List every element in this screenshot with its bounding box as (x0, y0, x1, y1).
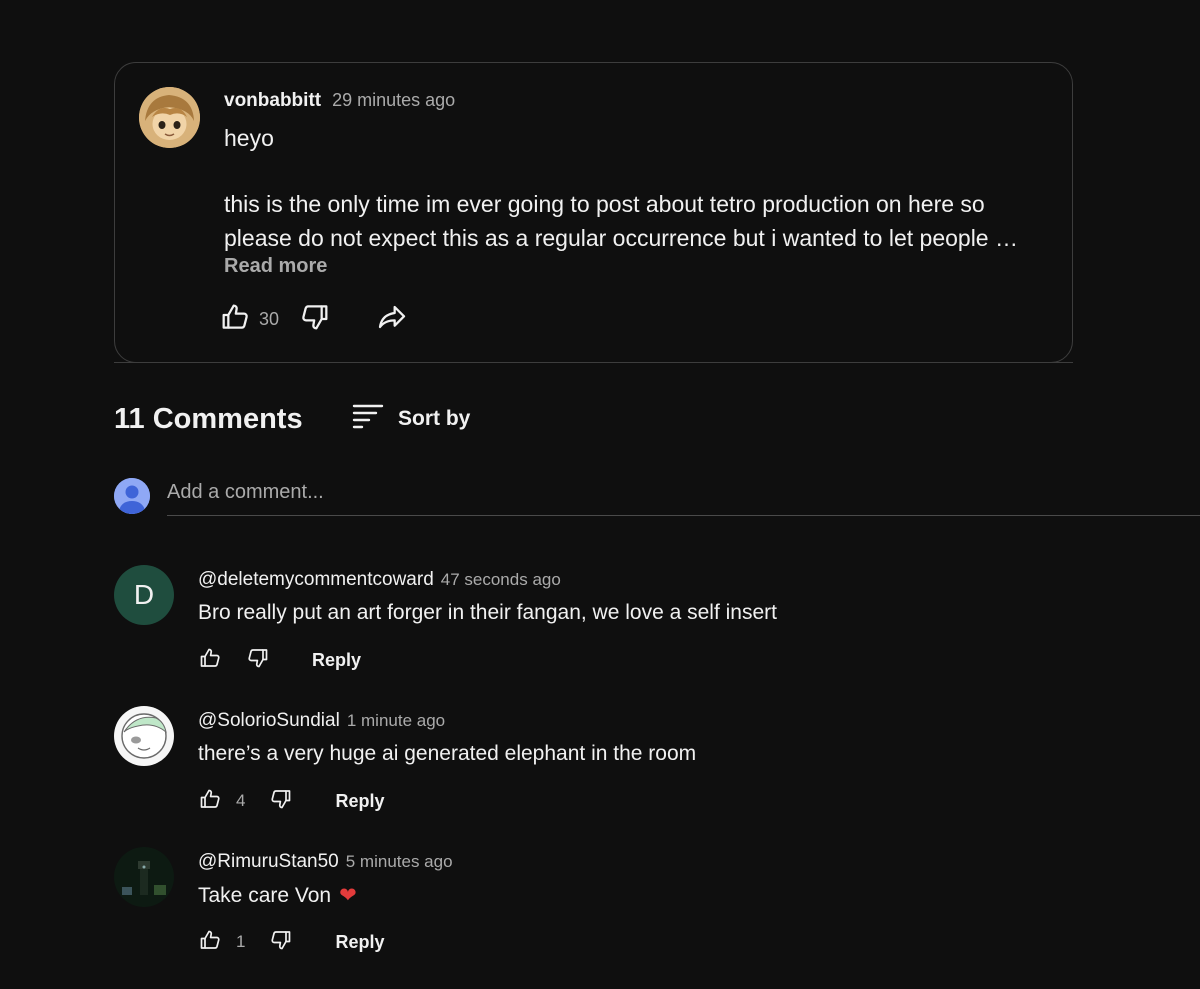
commenter-avatar[interactable] (114, 706, 174, 766)
post-text-line: this is the only time im ever going to p… (224, 191, 985, 217)
current-user-avatar (114, 478, 150, 514)
post-body: heyo this is the only time im ever going… (224, 121, 1054, 255)
commenter-avatar[interactable]: D (114, 565, 174, 625)
comment-author[interactable]: @deletemycommentcoward (198, 569, 434, 591)
comment-actions: 4 Reply (198, 786, 385, 816)
post-text-line: please do not expect this as a regular o… (224, 225, 1018, 251)
thumbs-up-icon (219, 301, 251, 338)
comment-text: there’s a very huge ai generated elephan… (198, 742, 697, 765)
sort-by-label: Sort by (398, 406, 471, 430)
comment-dislike-button[interactable] (246, 646, 270, 675)
comment-item: D @deletemycommentcoward 47 seconds ago … (114, 565, 1174, 695)
sort-by-button[interactable]: Sort by (352, 403, 470, 434)
comment-actions: Reply (198, 645, 361, 675)
share-arrow-icon (375, 301, 409, 338)
comment-item: @SolorioSundial 1 minute ago there’s a v… (114, 706, 1174, 836)
divider (114, 362, 1073, 363)
thumbs-up-icon (198, 646, 222, 675)
comment-dislike-button[interactable] (269, 787, 293, 816)
page: vonbabbitt 29 minutes ago heyo this is t… (0, 0, 1200, 989)
post-like-button[interactable]: 30 (219, 301, 279, 338)
post-timestamp[interactable]: 29 minutes ago (332, 90, 455, 111)
comment-author[interactable]: @RimuruStan50 (198, 851, 339, 873)
comment-like-count: 1 (236, 932, 246, 951)
thumbs-up-icon (198, 928, 222, 957)
comment-text: Bro really put an art forger in their fa… (198, 601, 777, 624)
comment-actions: 1 Reply (198, 927, 385, 957)
reply-button[interactable]: Reply (335, 932, 384, 953)
comment-item: @RimuruStan50 5 minutes ago Take care Vo… (114, 847, 1174, 977)
add-comment-input[interactable] (167, 475, 1200, 516)
comment-text-container: Take care Von ❤ (198, 883, 357, 908)
post-like-count: 30 (259, 309, 280, 329)
comment-like-button[interactable] (198, 646, 222, 675)
post-card: vonbabbitt 29 minutes ago heyo this is t… (114, 62, 1073, 363)
reply-button[interactable]: Reply (335, 791, 384, 812)
comment-author[interactable]: @SolorioSundial (198, 710, 340, 732)
post-text-line: heyo (224, 125, 274, 151)
commenter-avatar[interactable] (114, 847, 174, 907)
comment-timestamp[interactable]: 47 seconds ago (441, 570, 561, 590)
heart-emoji: ❤ (339, 884, 357, 907)
comment-timestamp[interactable]: 5 minutes ago (346, 852, 453, 872)
thumbs-down-icon (299, 301, 331, 338)
post-author-name[interactable]: vonbabbitt (224, 90, 321, 112)
reply-button[interactable]: Reply (312, 650, 361, 671)
sort-icon (352, 403, 384, 434)
comment-dislike-button[interactable] (269, 928, 293, 957)
post-dislike-button[interactable] (299, 301, 331, 338)
thumbs-down-icon (269, 787, 293, 816)
comment-text: Take care Von (198, 884, 332, 907)
thumbs-down-icon (246, 646, 270, 675)
post-share-button[interactable] (375, 301, 409, 338)
post-actions: 30 (219, 301, 409, 338)
thumbs-down-icon (269, 928, 293, 957)
comment-timestamp[interactable]: 1 minute ago (347, 711, 445, 731)
comment-like-count: 4 (236, 791, 246, 810)
comment-like-button[interactable]: 4 (198, 787, 245, 816)
comment-like-button[interactable]: 1 (198, 928, 245, 957)
post-author-avatar[interactable] (139, 87, 200, 148)
thumbs-up-icon (198, 787, 222, 816)
read-more-button[interactable]: Read more (224, 255, 327, 278)
comments-count-title: 11 Comments (114, 403, 303, 435)
